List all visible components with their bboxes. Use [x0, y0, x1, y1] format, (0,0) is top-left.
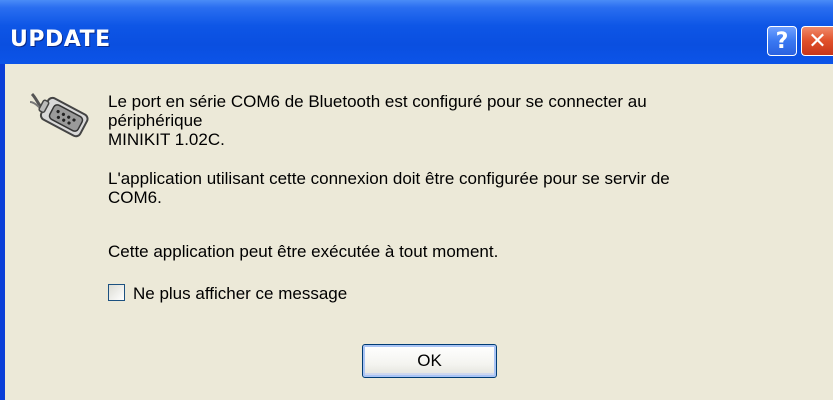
- help-button[interactable]: ?: [767, 26, 797, 56]
- close-button[interactable]: ✕: [801, 26, 833, 56]
- window-title: UPDATE: [10, 27, 111, 52]
- ok-button[interactable]: OK: [362, 344, 497, 378]
- message-line-6: Cette application peut être exécutée à t…: [108, 242, 499, 261]
- dialog-window: UPDATE ? ✕ Le port en série COM6 de Blue…: [0, 0, 833, 400]
- message-line-2: périphérique: [108, 111, 203, 130]
- title-bar[interactable]: UPDATE ? ✕: [0, 0, 833, 64]
- serial-port-icon: [29, 92, 89, 138]
- close-icon: ✕: [808, 28, 827, 54]
- ok-button-label: OK: [417, 351, 442, 370]
- message-line-1: Le port en série COM6 de Bluetooth est c…: [108, 92, 647, 111]
- help-icon: ?: [775, 28, 789, 54]
- dont-show-again-checkbox[interactable]: [108, 284, 125, 301]
- message-line-3: MINIKIT 1.02C.: [108, 130, 225, 149]
- message-line-5: COM6.: [108, 188, 162, 207]
- message-line-4: L'application utilisant cette connexion …: [108, 169, 670, 188]
- dont-show-again-label[interactable]: Ne plus afficher ce message: [133, 284, 347, 303]
